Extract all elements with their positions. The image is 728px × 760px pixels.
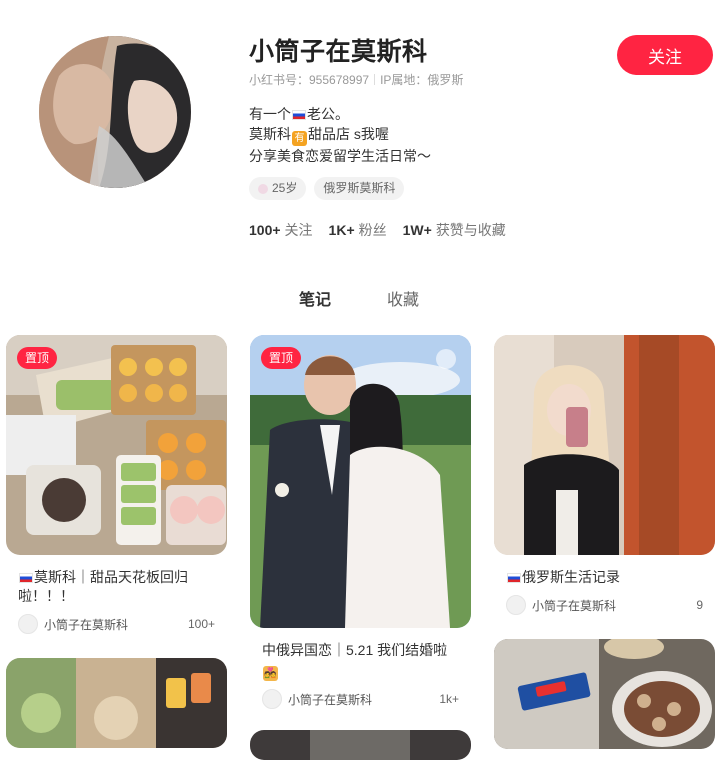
note-title-text: 中俄异国恋｜5.21 我们结婚啦	[262, 642, 448, 658]
desserts-collage-photo	[6, 658, 227, 748]
note-cover[interactable]	[494, 335, 715, 555]
note-cover[interactable]	[250, 730, 471, 760]
note-card[interactable]	[250, 730, 471, 760]
profile-name: 小筒子在莫斯科	[249, 38, 428, 66]
note-cover[interactable]	[494, 639, 715, 749]
author-avatar[interactable]	[18, 614, 38, 634]
stat-number: 1K+	[328, 222, 355, 238]
note-photo	[250, 730, 471, 760]
profile-tags: 25岁 俄罗斯莫斯科	[249, 177, 405, 200]
note-cover[interactable]: 置顶	[250, 335, 471, 628]
note-title-text: 啦！！！	[18, 588, 74, 604]
gender-icon	[258, 183, 268, 194]
stat-label: 粉丝	[358, 222, 387, 238]
note-card[interactable]	[6, 658, 227, 748]
profile-bio: 有一个 老公。 莫斯科有甜品店 s我喔 分享美食恋爱留学生活日常～	[249, 104, 431, 166]
note-cover[interactable]: 置顶	[6, 335, 227, 555]
food-photo	[494, 639, 715, 749]
note-meta: 小筒子在莫斯科 1k+	[262, 689, 459, 709]
note-title[interactable]: 俄罗斯生活记录	[506, 568, 703, 587]
avatar[interactable]	[39, 36, 191, 188]
tag-age: 25岁	[249, 177, 307, 200]
like-count[interactable]: 100+	[188, 617, 215, 631]
pinned-badge: 置顶	[261, 347, 302, 369]
bio-text: 莫斯科	[249, 126, 291, 142]
stat-label: 获赞与收藏	[435, 222, 506, 238]
shop-icon: 有	[292, 131, 307, 146]
ip-location: IP属地：俄罗斯	[380, 73, 464, 87]
note-card[interactable]: 置顶 莫斯科｜甜品天花板回归啦！！！ 小筒子在莫斯科 100+	[6, 335, 227, 634]
author-avatar[interactable]	[506, 595, 526, 615]
author-avatar[interactable]	[262, 689, 282, 709]
like-number: 100+	[187, 617, 215, 631]
bio-line-3: 分享美食恋爱留学生活日常～	[249, 148, 431, 164]
tag-location: 俄罗斯莫斯科	[314, 177, 405, 200]
like-count[interactable]: 1k+	[439, 692, 459, 706]
author-name[interactable]: 小筒子在莫斯科	[288, 691, 439, 708]
tag-label: 俄罗斯莫斯科	[323, 181, 396, 195]
like-count[interactable]: 9	[696, 598, 703, 612]
stat-label: 关注	[284, 222, 313, 238]
pinned-badge: 置顶	[17, 347, 58, 369]
like-number: 9	[696, 598, 703, 612]
bio-line-2: 莫斯科有甜品店 s我喔	[249, 124, 431, 146]
note-card[interactable]: 置顶 中俄异国恋｜5.21 我们结婚啦 💑 小筒子在莫斯科 1k+	[250, 335, 471, 709]
stat-number: 100+	[249, 222, 281, 238]
content-tabs: 笔记 收藏	[0, 286, 728, 310]
author-name[interactable]: 小筒子在莫斯科	[532, 597, 696, 614]
profile-ids: 小红书号：955678997 IP属地：俄罗斯	[249, 71, 463, 88]
stat-number: 1W+	[402, 222, 432, 238]
note-meta: 小筒子在莫斯科 9	[506, 595, 703, 615]
red-id: 小红书号：955678997	[249, 73, 370, 87]
avatar-photo	[39, 36, 191, 188]
tag-label: 25岁	[272, 181, 298, 195]
tab-notes[interactable]: 笔记	[299, 286, 331, 310]
russia-flag-icon	[507, 573, 521, 583]
bio-line-1: 有一个 老公。	[249, 104, 431, 124]
bio-text: 老公。	[307, 106, 349, 122]
note-cover[interactable]	[6, 658, 227, 748]
divider	[374, 74, 376, 85]
note-title-text: 俄罗斯生活记录	[522, 569, 620, 585]
stat-followers[interactable]: 1K+ 粉丝	[329, 220, 387, 240]
note-meta: 小筒子在莫斯科 100+	[18, 614, 215, 634]
note-card[interactable]	[494, 639, 715, 749]
tab-collections[interactable]: 收藏	[387, 286, 419, 310]
like-number: 1k+	[439, 692, 459, 706]
bio-text: 甜品店 s我喔	[308, 126, 389, 142]
author-name[interactable]: 小筒子在莫斯科	[44, 616, 188, 633]
couple-icon: 💑	[263, 666, 278, 681]
russia-flag-icon	[292, 110, 306, 120]
mirror-selfie-photo	[494, 335, 715, 555]
note-title[interactable]: 中俄异国恋｜5.21 我们结婚啦 💑	[262, 641, 459, 681]
note-title[interactable]: 莫斯科｜甜品天花板回归啦！！！	[18, 568, 215, 606]
stat-following[interactable]: 100+ 关注	[249, 220, 313, 240]
note-title-text: 莫斯科｜甜品天花板回归	[34, 569, 188, 585]
bio-text: 有一个	[249, 106, 291, 122]
note-card[interactable]: 俄罗斯生活记录 小筒子在莫斯科 9	[494, 335, 715, 615]
wedding-photo	[250, 335, 471, 628]
russia-flag-icon	[19, 573, 33, 583]
profile-stats: 100+ 关注 1K+ 粉丝 1W+ 获赞与收藏	[249, 220, 506, 240]
follow-button[interactable]: 关注	[617, 35, 713, 75]
stat-likes: 1W+ 获赞与收藏	[403, 220, 506, 240]
